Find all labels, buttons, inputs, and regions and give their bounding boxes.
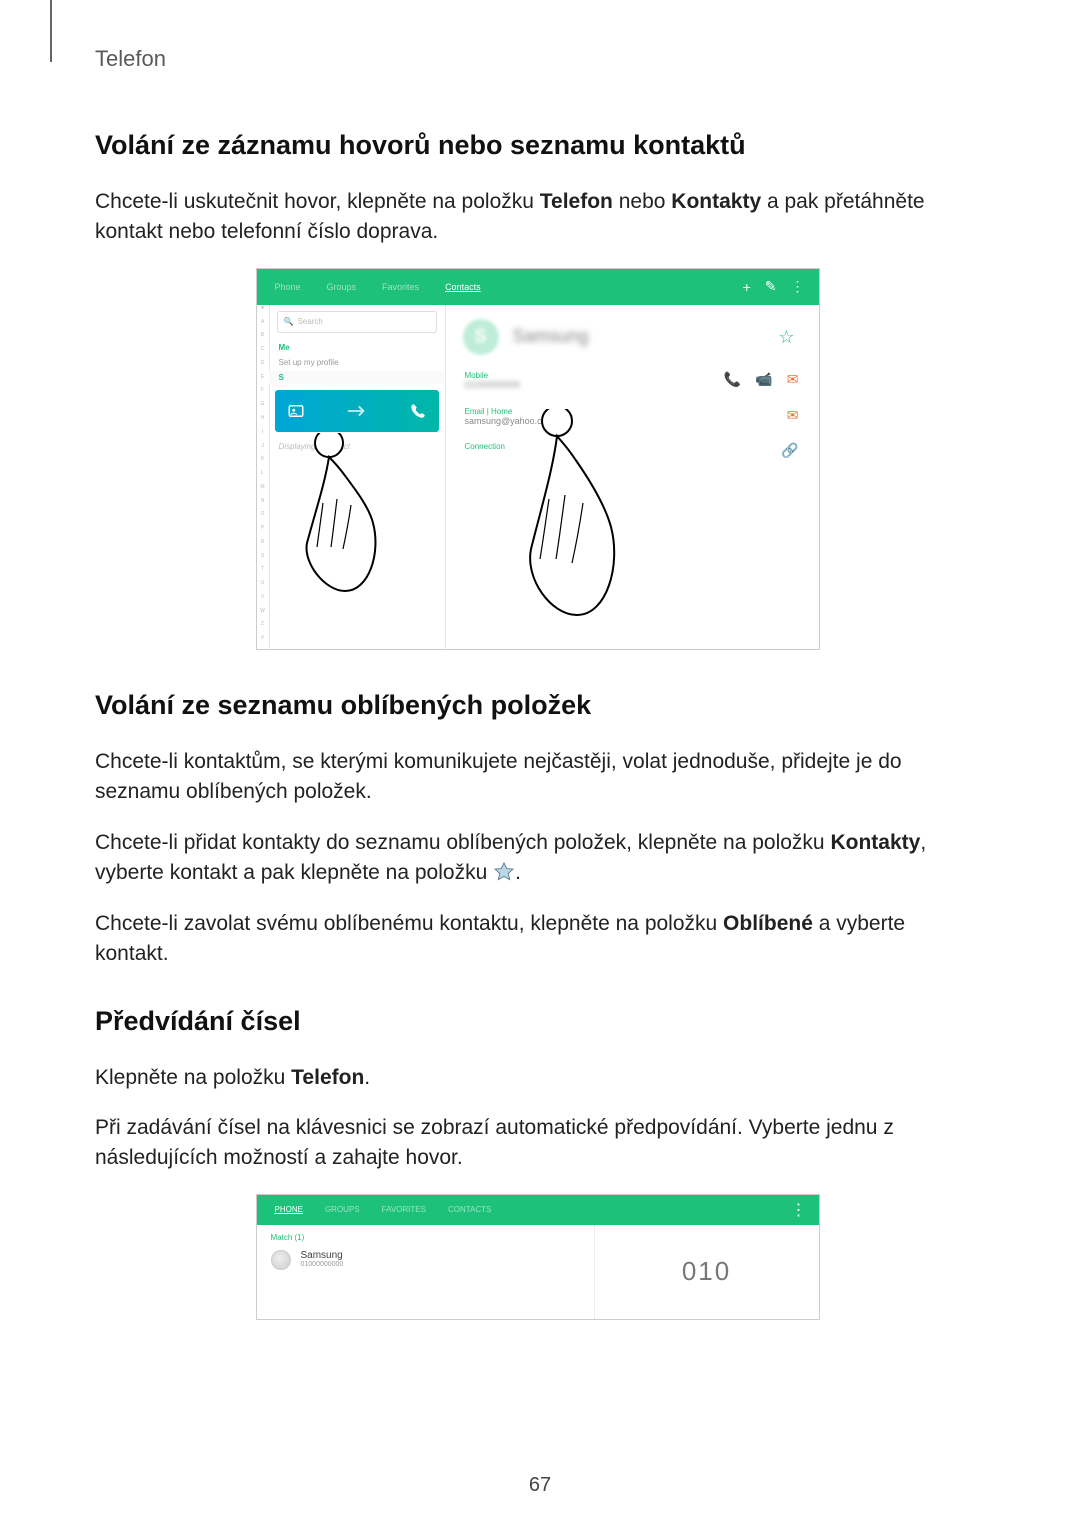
email-icon: ✉ [787, 407, 799, 424]
setup-profile: Set up my profile [269, 354, 445, 371]
heading-call-from-log: Volání ze záznamu hovorů nebo seznamu ko… [95, 130, 980, 161]
paragraph-4: Chcete-li zavolat svému oblíbenému konta… [95, 909, 980, 970]
running-header: Telefon [95, 46, 980, 72]
paragraph-2: Chcete-li kontaktům, se kterými komuniku… [95, 747, 980, 808]
bold-telefon: Telefon [540, 190, 613, 213]
page-tab-edge [50, 0, 52, 62]
plus-icon: + [743, 279, 751, 295]
dial-display: 010 [595, 1225, 819, 1319]
tab-contacts: Contacts [445, 282, 481, 292]
paragraph-5: Klepněte na položku Telefon. [95, 1063, 980, 1093]
tab-groups-2: GROUPS [325, 1205, 360, 1214]
text: . [515, 861, 521, 884]
match-count: Match (1) [271, 1233, 580, 1242]
star-icon [493, 861, 515, 883]
fig2-header: PHONE GROUPS FAVORITES CONTACTS ⋮ [257, 1195, 819, 1225]
tab-favorites: Favorites [382, 282, 419, 292]
swipe-arrow-icon [346, 404, 368, 418]
paragraph-3: Chcete-li přidat kontakty do seznamu obl… [95, 828, 980, 889]
match-name: Samsung [301, 1250, 344, 1261]
match-number: 01000000000 [301, 1261, 344, 1268]
tab-phone: Phone [275, 282, 301, 292]
text: Chcete-li přidat kontakty do seznamu obl… [95, 831, 830, 854]
heading-predict: Předvídání čísel [95, 1006, 980, 1037]
fig1-tabs: Phone Groups Favorites Contacts [257, 269, 819, 305]
page-number: 67 [0, 1474, 1080, 1497]
fig2-matches: Match (1) Samsung 01000000000 [257, 1225, 595, 1319]
search-input: 🔍 Search [277, 311, 437, 333]
search-placeholder: Search [297, 317, 322, 326]
pointer-hand-2 [505, 409, 625, 619]
text: Chcete-li zavolat svému oblíbenému konta… [95, 912, 723, 935]
fig1-header-icons: + ✎ ⋮ [743, 269, 805, 305]
text: nebo [613, 190, 671, 213]
more-icon: ⋮ [791, 278, 805, 295]
more-icon: ⋮ [791, 1200, 807, 1220]
paragraph-1: Chcete-li uskutečnit hovor, klepněte na … [95, 187, 980, 248]
bold-kontakty-2: Kontakty [830, 831, 920, 854]
bold-telefon-2: Telefon [291, 1066, 364, 1089]
fig1-detail: S Samsung ☆ Mobile 0100000000 📞 📹 ✉ Emai… [445, 305, 819, 649]
me-label: Me [269, 339, 445, 354]
section-letter: S [269, 371, 445, 384]
call-icon: 📞 [724, 371, 741, 388]
tab-contacts-2: CONTACTS [448, 1205, 491, 1214]
text: . [364, 1066, 370, 1089]
contact-card-icon [287, 402, 305, 420]
message-icon: ✉ [787, 371, 799, 388]
match-item: Samsung 01000000000 [271, 1250, 580, 1270]
contact-avatar: S [463, 319, 499, 355]
link-icon: 🔗 [781, 442, 798, 459]
bold-oblibene: Oblíbené [723, 912, 813, 935]
mobile-actions: 📞 📹 ✉ [724, 371, 799, 388]
tab-phone-2: PHONE [275, 1205, 303, 1214]
video-call-icon: 📹 [755, 371, 772, 388]
favorite-star-icon: ☆ [778, 327, 794, 348]
edit-icon: ✎ [765, 278, 777, 295]
tab-groups: Groups [327, 282, 357, 292]
tab-favorites-2: FAVORITES [382, 1205, 426, 1214]
document-page: Telefon Volání ze záznamu hovorů nebo se… [0, 0, 1080, 1527]
paragraph-6: Při zadávání čísel na klávesnici se zobr… [95, 1113, 980, 1174]
figure-1-wrap: Phone Groups Favorites Contacts + ✎ ⋮ ★A… [95, 268, 980, 650]
contact-name-large: Samsung [513, 326, 589, 347]
figure-2-wrap: PHONE GROUPS FAVORITES CONTACTS ⋮ Match … [95, 1194, 980, 1320]
bold-kontakty: Kontakty [671, 190, 761, 213]
figure-number-prediction: PHONE GROUPS FAVORITES CONTACTS ⋮ Match … [256, 1194, 820, 1320]
text: Klepněte na položku [95, 1066, 291, 1089]
fig1-header: Phone Groups Favorites Contacts + ✎ ⋮ [257, 269, 819, 305]
pointer-hand-1 [285, 433, 385, 593]
search-icon: 🔍 [284, 317, 294, 326]
swipe-to-call-card [275, 390, 439, 432]
phone-icon [409, 402, 427, 420]
figure-swipe-contact: Phone Groups Favorites Contacts + ✎ ⋮ ★A… [256, 268, 820, 650]
heading-favorites: Volání ze seznamu oblíbených položek [95, 690, 980, 721]
text: Chcete-li uskutečnit hovor, klepněte na … [95, 190, 540, 213]
contact-avatar-small [271, 1250, 291, 1270]
